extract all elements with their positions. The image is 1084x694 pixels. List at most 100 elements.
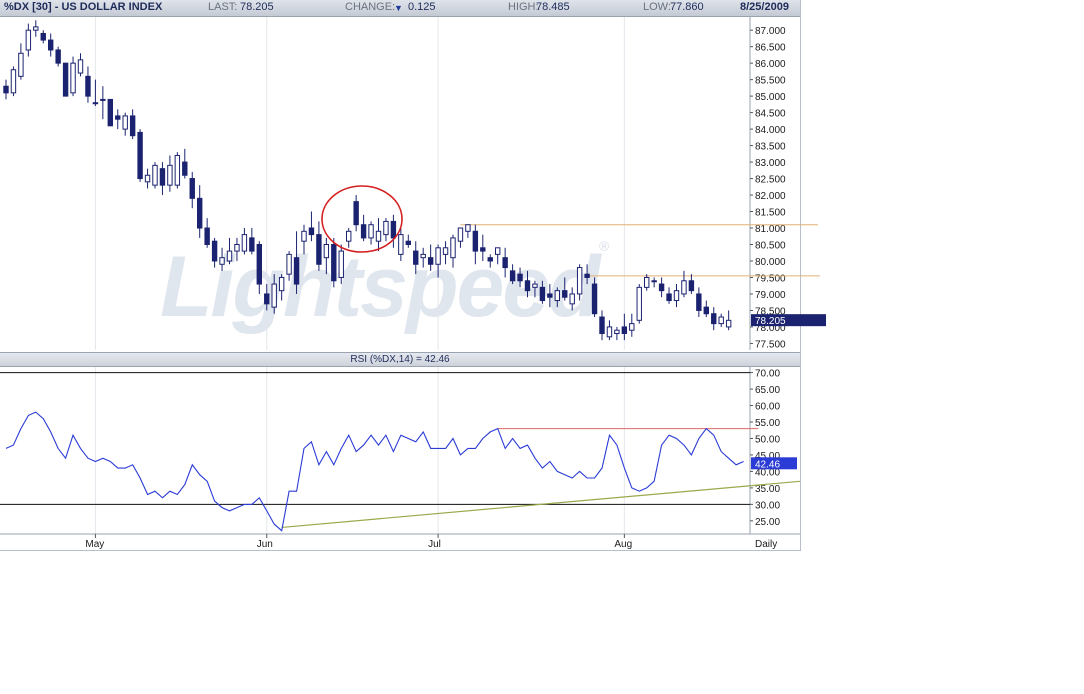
candle-down bbox=[189, 178, 195, 199]
candle-down bbox=[666, 293, 672, 302]
candle-down bbox=[413, 250, 419, 265]
candle-up bbox=[368, 224, 374, 239]
candle-up bbox=[614, 329, 620, 335]
candle-down bbox=[40, 32, 46, 41]
candle-down bbox=[331, 243, 337, 282]
candle-up bbox=[606, 326, 613, 338]
candle-up bbox=[644, 276, 650, 288]
last-value: 78.205 bbox=[240, 1, 274, 13]
x-axis-month-label: Jun bbox=[257, 539, 273, 550]
candle-down bbox=[137, 131, 143, 180]
candle-up bbox=[167, 164, 173, 186]
candle-up bbox=[718, 316, 724, 325]
candle-down bbox=[696, 293, 702, 311]
price-tick-label: 83.500 bbox=[755, 142, 786, 153]
candle-up bbox=[323, 243, 330, 259]
rsi-tick-label: 65.00 bbox=[755, 385, 780, 396]
candle-up bbox=[375, 230, 382, 242]
candle-down bbox=[472, 230, 479, 252]
candle-down bbox=[658, 283, 665, 292]
candle-down bbox=[353, 201, 359, 226]
candle-down bbox=[487, 257, 493, 262]
candle-down bbox=[599, 316, 605, 335]
price-tick-label: 82.500 bbox=[755, 175, 786, 186]
symbol-title: %DX [30] - US DOLLAR INDEX bbox=[4, 1, 163, 13]
candle-down bbox=[115, 115, 121, 120]
candle-up bbox=[10, 69, 17, 94]
high-value: 78.485 bbox=[536, 1, 570, 13]
candle-up bbox=[241, 234, 248, 252]
price-tick-label: 79.500 bbox=[755, 273, 786, 284]
candle-up bbox=[234, 243, 240, 252]
rsi-value-tag: 42.46 bbox=[755, 459, 780, 470]
candle-down bbox=[547, 293, 553, 298]
candle-up bbox=[532, 283, 538, 288]
candle-down bbox=[390, 220, 397, 239]
change-value: 0.125 bbox=[408, 1, 436, 13]
candle-down bbox=[524, 280, 531, 292]
low-value: 77.860 bbox=[670, 1, 704, 13]
candle-up bbox=[122, 115, 128, 130]
candle-up bbox=[450, 237, 456, 259]
candle-down bbox=[621, 326, 628, 335]
price-tick-label: 81.500 bbox=[755, 208, 786, 219]
price-tick-label: 80.500 bbox=[755, 240, 786, 251]
x-axis-month-label: Jul bbox=[428, 539, 441, 550]
rsi-tick-label: 60.00 bbox=[755, 402, 780, 413]
candle-up bbox=[681, 280, 687, 295]
candle-up bbox=[465, 224, 471, 232]
candle-down bbox=[480, 247, 486, 252]
rsi-tick-label: 55.00 bbox=[755, 418, 780, 429]
candle-down bbox=[509, 270, 516, 282]
candle-down bbox=[584, 273, 590, 278]
price-tick-label: 85.000 bbox=[755, 92, 786, 103]
candle-down bbox=[256, 243, 263, 285]
candle-up bbox=[554, 290, 560, 302]
candle-up bbox=[495, 247, 501, 255]
rsi-tick-label: 30.00 bbox=[755, 500, 780, 511]
candle-down bbox=[427, 257, 434, 265]
candle-down bbox=[159, 168, 166, 186]
rsi-tick-label: 50.00 bbox=[755, 434, 780, 445]
x-axis-month-label: Aug bbox=[614, 539, 632, 550]
candle-up bbox=[629, 323, 635, 331]
candle-down bbox=[182, 161, 188, 176]
price-tick-label: 79.000 bbox=[755, 290, 786, 301]
candle-up bbox=[651, 280, 657, 283]
candle-down bbox=[703, 306, 709, 315]
candle-up bbox=[338, 250, 344, 278]
candle-down bbox=[62, 62, 69, 97]
price-tick-label: 84.000 bbox=[755, 125, 786, 136]
price-tick-label: 83.000 bbox=[755, 158, 786, 169]
candle-up bbox=[673, 290, 680, 302]
candle-down bbox=[539, 286, 546, 302]
candle-up bbox=[346, 230, 352, 242]
candle-down bbox=[48, 39, 54, 51]
candle-down bbox=[249, 237, 255, 252]
rsi-tick-label: 70.00 bbox=[755, 369, 780, 380]
candle-down bbox=[107, 98, 113, 127]
rsi-title-bar: RSI (%DX,14) = 42.46 bbox=[0, 352, 800, 367]
candle-down bbox=[360, 224, 367, 239]
candle-down bbox=[517, 273, 523, 282]
candle-up bbox=[636, 286, 642, 321]
candle-down bbox=[688, 280, 695, 292]
high-label: HIGH: bbox=[508, 1, 539, 13]
candle-down bbox=[211, 240, 218, 262]
candle-down bbox=[562, 290, 568, 298]
candle-up bbox=[226, 250, 233, 262]
candle-up bbox=[301, 230, 307, 242]
change-label: CHANGE: bbox=[345, 1, 396, 13]
price-tick-label: 85.500 bbox=[755, 76, 786, 87]
candle-up bbox=[442, 247, 449, 255]
price-tick-label: 84.500 bbox=[755, 109, 786, 120]
candle-up bbox=[725, 319, 732, 328]
candle-up bbox=[33, 26, 39, 31]
rsi-title: RSI (%DX,14) = 42.46 bbox=[350, 354, 450, 365]
candle-down bbox=[591, 283, 598, 315]
highlight-circle bbox=[321, 185, 403, 253]
price-tick-label: 81.000 bbox=[755, 224, 786, 235]
candle-up bbox=[92, 102, 99, 105]
candle-up bbox=[25, 29, 32, 51]
candle-up bbox=[18, 52, 24, 77]
